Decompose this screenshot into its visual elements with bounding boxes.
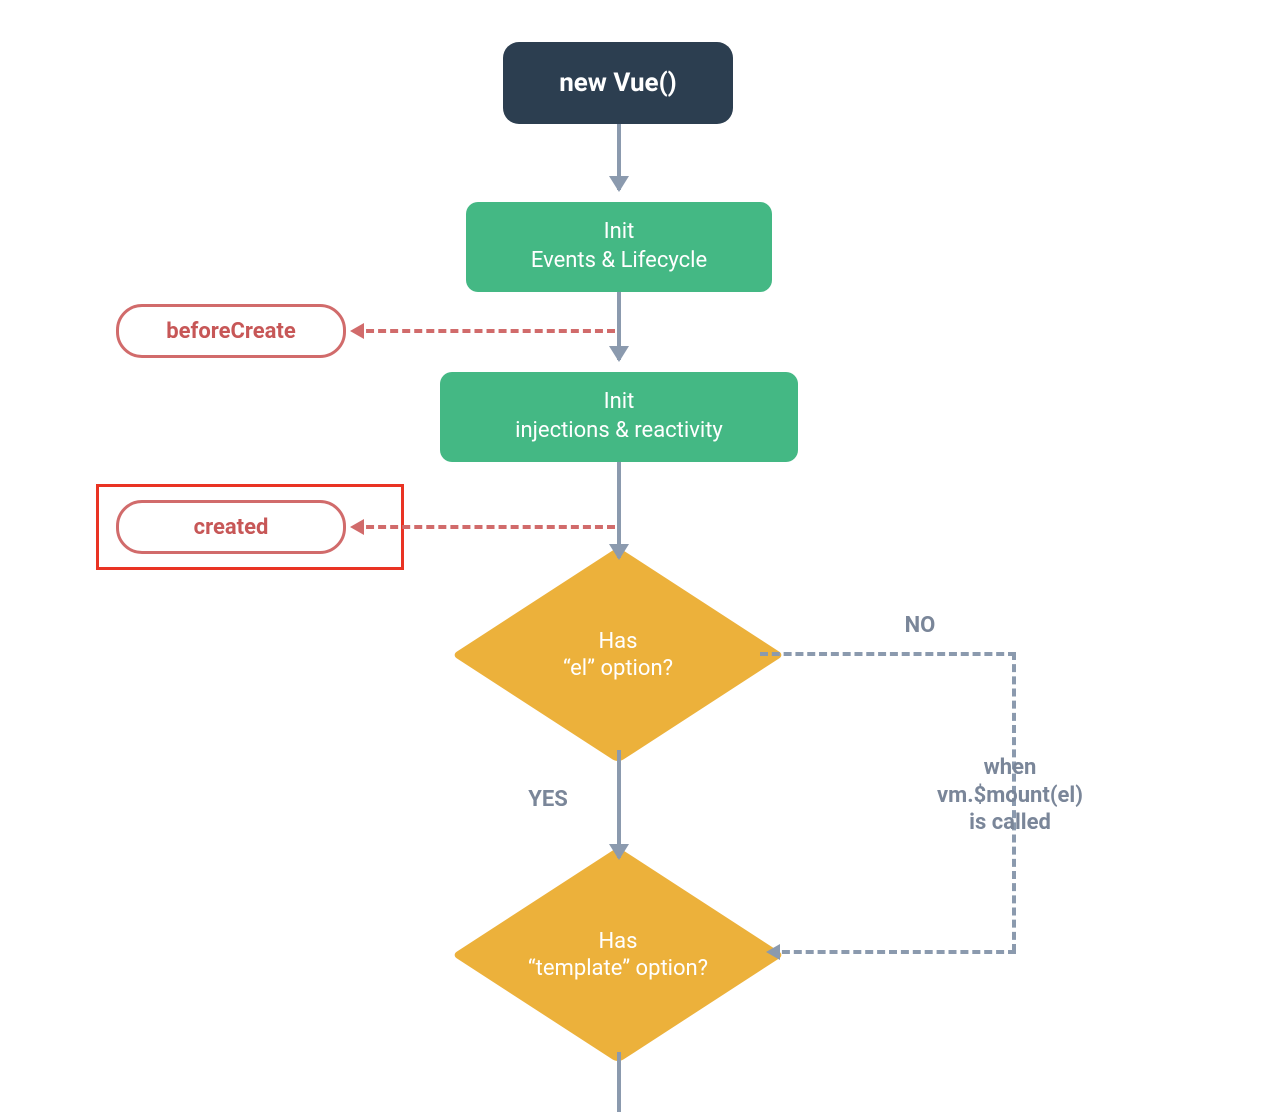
- proc2-line1: Init: [604, 388, 635, 417]
- arrow-down-icon: [617, 292, 621, 360]
- dia2-line1: Has: [598, 928, 637, 956]
- dia1-line1: Has: [598, 628, 637, 656]
- dia2-line2: “template” option?: [528, 955, 708, 983]
- node-init-events: Init Events & Lifecycle: [466, 202, 772, 292]
- label-when-mount: when vm.$mount(el) is called: [870, 754, 1150, 837]
- dashed-arrow-created: [354, 525, 615, 529]
- arrow-down-icon: [617, 1052, 621, 1112]
- when-line1: when: [870, 754, 1150, 782]
- hook-created: created: [116, 500, 346, 554]
- label-yes: YES: [518, 786, 578, 814]
- dia1-line2: “el” option?: [563, 655, 673, 683]
- decision-has-template: Has “template” option?: [478, 860, 758, 1050]
- label-no: NO: [890, 612, 950, 640]
- arrow-down-icon: [617, 124, 621, 190]
- arrow-down-icon: [617, 750, 621, 858]
- hook-created-label: created: [194, 515, 269, 540]
- proc1-line1: Init: [604, 218, 635, 247]
- hook-beforecreate-label: beforeCreate: [166, 319, 296, 344]
- arrow-down-icon: [617, 462, 621, 558]
- node-init-injections: Init injections & reactivity: [440, 372, 798, 462]
- hook-beforecreate: beforeCreate: [116, 304, 346, 358]
- node-start-label: new Vue(): [559, 68, 677, 98]
- proc2-line2: injections & reactivity: [515, 417, 723, 446]
- dashed-connector-no-top: [760, 652, 1016, 656]
- when-line2: vm.$mount(el): [870, 782, 1150, 810]
- proc1-line2: Events & Lifecycle: [531, 247, 707, 276]
- dashed-arrow-beforecreate: [354, 329, 615, 333]
- decision-has-el: Has “el” option?: [478, 560, 758, 750]
- node-start: new Vue(): [503, 42, 733, 124]
- when-line3: is called: [870, 809, 1150, 837]
- lifecycle-diagram: new Vue() Init Events & Lifecycle Init i…: [0, 0, 1280, 1113]
- dashed-connector-no-bottom: [770, 950, 1016, 954]
